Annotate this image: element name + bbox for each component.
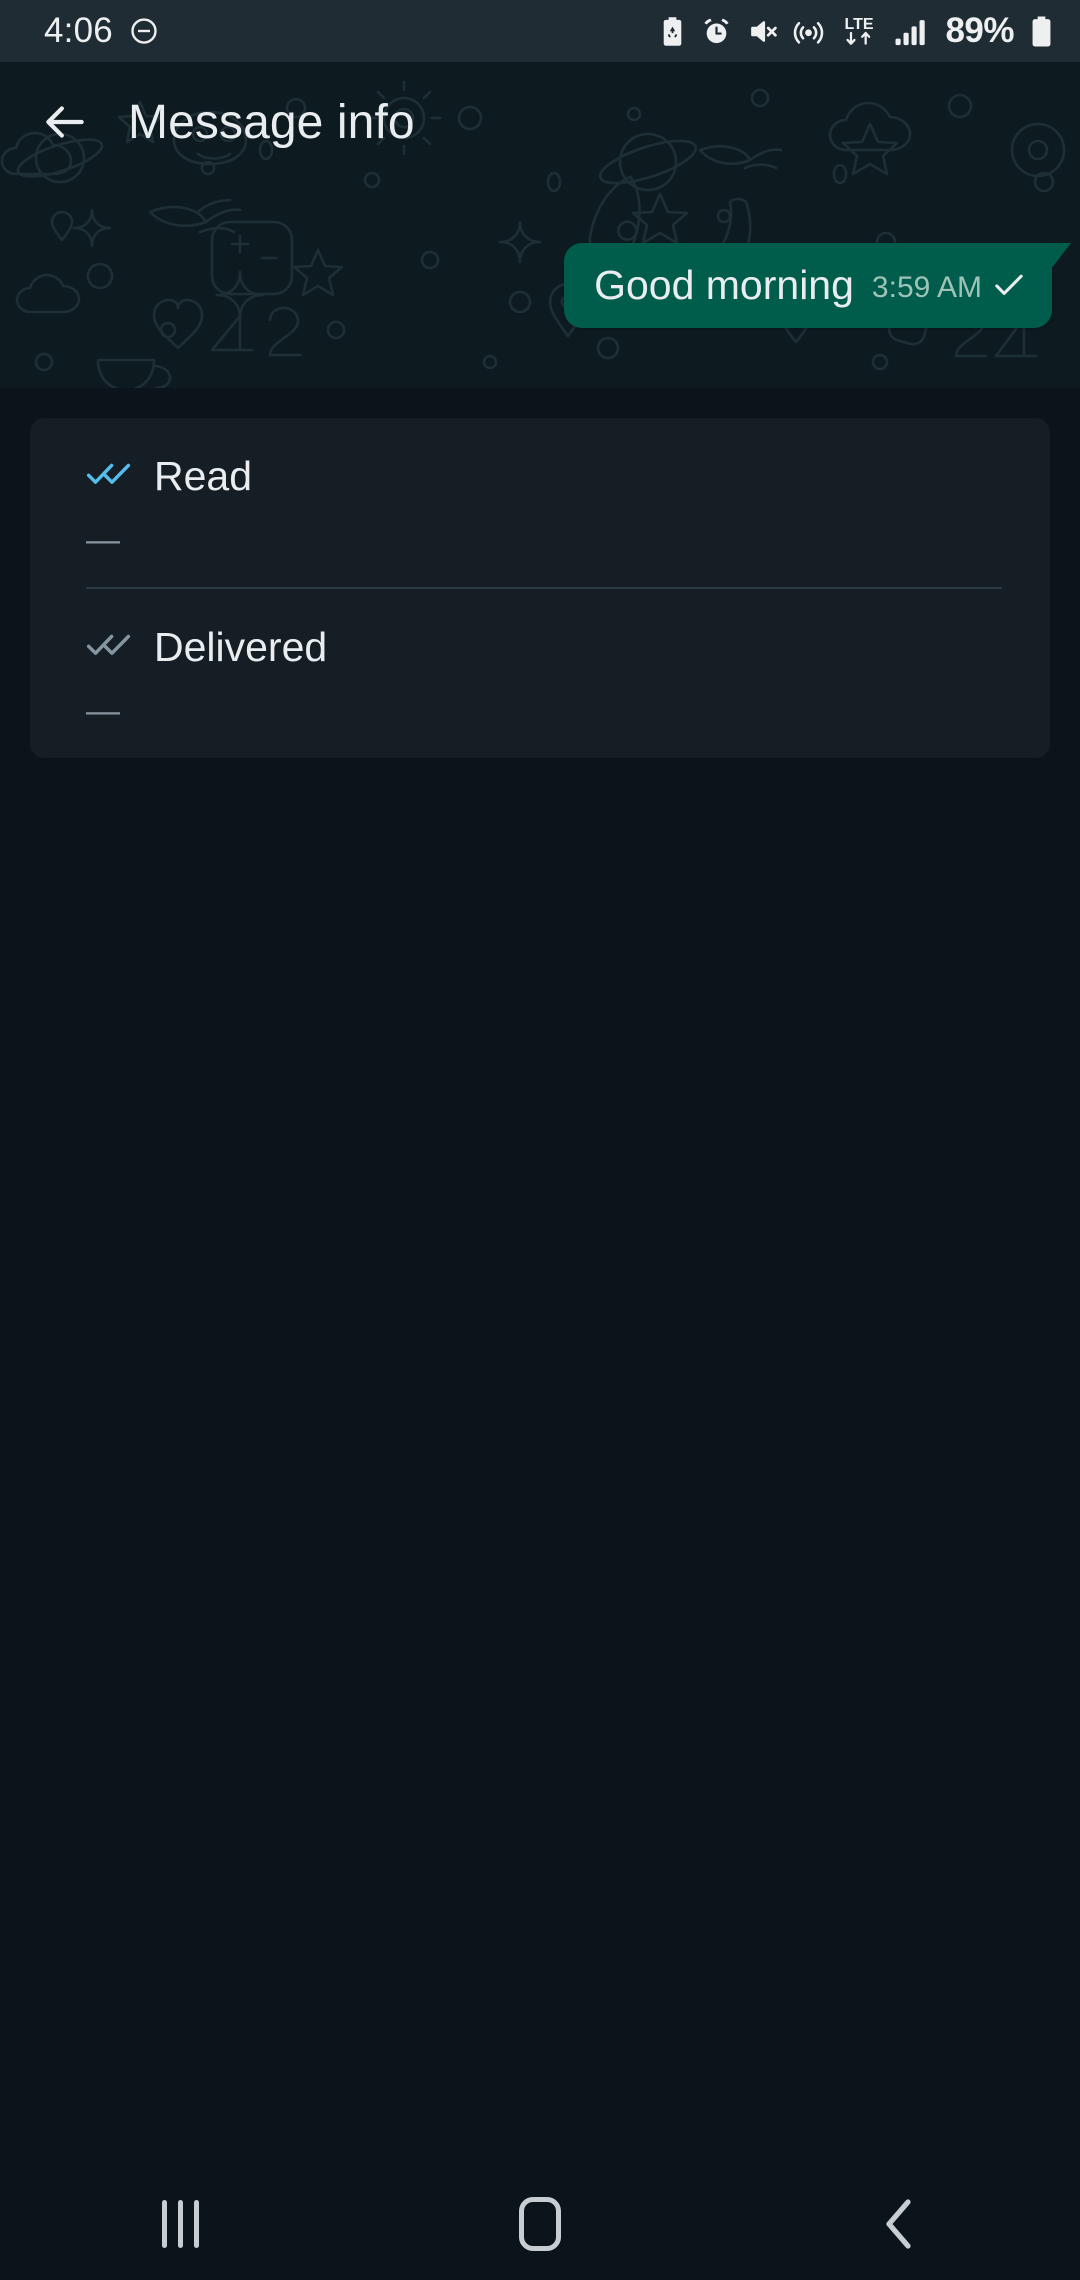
info-row-delivered-main: Delivered (30, 627, 1050, 668)
home-glyph (519, 2197, 561, 2251)
phone-screen: 4:06 LTE 89% Message info Good morning 3… (0, 0, 1080, 2280)
message-info-card: Read — Delivered — (30, 418, 1050, 758)
single-check-icon (992, 272, 1026, 303)
info-row-delivered-label: Delivered (154, 624, 328, 670)
mute-icon (747, 16, 778, 47)
recent-apps-glyph (161, 2200, 199, 2248)
message-meta: 3:59 AM (872, 272, 1026, 306)
hotspot-icon (793, 16, 824, 47)
info-row-read-value: — (86, 521, 120, 559)
message-text: Good morning (594, 262, 854, 308)
double-check-read-icon (86, 460, 132, 493)
info-row-read-label: Read (154, 453, 253, 499)
app-bar: Message info (0, 62, 1080, 182)
system-nav-bar (0, 2168, 1080, 2280)
message-timestamp: 3:59 AM (871, 270, 982, 304)
home-icon[interactable] (465, 2168, 615, 2280)
status-bar-left: 4:06 (44, 11, 159, 51)
back-arrow-icon[interactable] (38, 95, 92, 149)
nav-back-icon[interactable] (825, 2168, 975, 2280)
signal-bars-icon (894, 16, 928, 47)
status-bar: 4:06 LTE 89% (0, 0, 1080, 62)
status-bar-clock: 4:06 (44, 11, 113, 50)
double-check-delivered-icon (86, 631, 132, 664)
status-bar-right: LTE 89% (659, 11, 1054, 51)
battery-percent-label: 89% (945, 11, 1014, 50)
do-not-disturb-icon (129, 16, 159, 46)
message-bubble[interactable]: Good morning 3:59 AM (564, 243, 1071, 328)
info-row-read[interactable]: Read — (30, 418, 1050, 587)
nav-back-glyph (886, 2199, 911, 2249)
recent-apps-icon[interactable] (105, 2168, 255, 2280)
battery-saver-icon (659, 16, 686, 47)
svg-text:LTE: LTE (845, 16, 874, 33)
page-title: Message info (128, 95, 415, 149)
alarm-icon (701, 16, 732, 47)
info-row-delivered-value: — (86, 692, 120, 730)
info-row-read-main: Read (30, 456, 1050, 497)
lte-data-icon: LTE (839, 13, 879, 49)
message-bubble-row: Good morning 3:59 AM (0, 243, 1080, 328)
battery-icon (1029, 15, 1054, 48)
info-row-delivered[interactable]: Delivered — (30, 589, 1050, 758)
